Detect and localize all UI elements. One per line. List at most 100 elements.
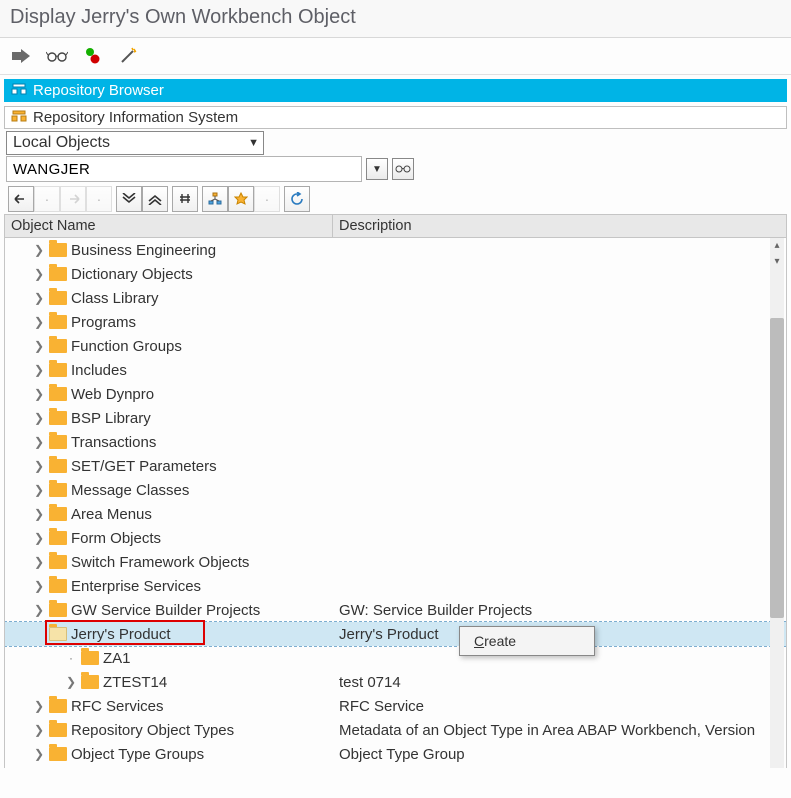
wizard-wand-icon[interactable] (118, 46, 140, 66)
tree-item-label: Programs (71, 314, 136, 331)
tree-row[interactable]: ❯ Web Dynpro (5, 382, 786, 406)
expander-icon[interactable]: ❯ (33, 555, 45, 569)
tree-row[interactable]: ❯ Form Objects (5, 526, 786, 550)
execute-arrow-icon[interactable] (10, 46, 32, 66)
expander-icon[interactable]: ❯ (33, 603, 45, 617)
tree-row[interactable]: ❯GW Service Builder ProjectsGW: Service … (5, 598, 786, 622)
tree-item-label: ZTEST14 (103, 674, 167, 691)
favorite-button[interactable] (228, 186, 254, 212)
tree-item-label: ZA1 (103, 650, 131, 667)
tree-item-label: Message Classes (71, 482, 189, 499)
object-type-dropdown[interactable]: Local Objects ▼ (6, 131, 264, 155)
tree-row[interactable]: ❯SET/GET Parameters (5, 454, 786, 478)
object-tree[interactable]: ▴ ▾ ❯ Business Engineering ❯ Dictionary Obj… (4, 238, 787, 768)
tree-row[interactable]: ❯ZTEST14test 0714 (5, 670, 786, 694)
expander-icon[interactable]: ❯ (33, 507, 45, 521)
expander-icon[interactable]: ❯ (33, 483, 45, 497)
refresh-button[interactable] (284, 186, 310, 212)
scroll-down-icon[interactable]: ▾ (770, 254, 784, 268)
repo-info-icon (11, 110, 27, 126)
repo-info-label: Repository Information System (33, 109, 238, 126)
tree-toolbar: · · · (6, 186, 785, 212)
tree-row[interactable]: ❯Area Menus (5, 502, 786, 526)
dropdown-button[interactable]: ▼ (366, 158, 388, 180)
expander-icon[interactable]: ❯ (33, 339, 45, 353)
folder-icon (49, 603, 67, 617)
glasses-icon[interactable] (46, 46, 68, 66)
folder-icon (49, 627, 67, 641)
nav-fwd-button (60, 186, 86, 212)
glasses-small-button[interactable] (392, 158, 414, 180)
tree-item-label: Repository Object Types (71, 722, 234, 739)
tree-row[interactable]: ❯BSP Library (5, 406, 786, 430)
tree-item-label: Object Type Groups (71, 746, 204, 763)
repository-browser-bar[interactable]: Repository Browser (4, 79, 787, 102)
tree-item-label: Transactions (71, 434, 156, 451)
repository-info-bar[interactable]: Repository Information System (4, 106, 787, 129)
column-object-name[interactable]: Object Name (5, 215, 333, 237)
folder-icon (49, 411, 67, 425)
tree-item-label: Web Dynpro (71, 386, 154, 403)
folder-icon (49, 555, 67, 569)
nav-back-button[interactable] (8, 186, 34, 212)
collapse-all-button[interactable] (116, 186, 142, 212)
folder-icon (49, 507, 67, 521)
tree-row[interactable]: ❯ Dictionary Objects (5, 262, 786, 286)
tree-item-label: Dictionary Objects (71, 266, 193, 283)
expander-icon[interactable]: ❯ (33, 435, 45, 449)
status-icon[interactable] (82, 46, 104, 66)
expander-icon[interactable]: ❯ (33, 315, 45, 329)
tree-row[interactable]: ❯Function Groups (5, 334, 786, 358)
expander-icon[interactable]: ❯ (33, 291, 45, 305)
tree-row[interactable]: ❯ Message Classes (5, 478, 786, 502)
tree-item-label: Form Objects (71, 530, 161, 547)
tree-item-label: Includes (71, 362, 127, 379)
chevron-down-icon: ▼ (372, 164, 382, 175)
tree-row[interactable]: ❯RFC ServicesRFC Service (5, 694, 786, 718)
expander-icon[interactable]: ❯ (33, 387, 45, 401)
tree-row[interactable]: ❯ Business Engineering (5, 238, 786, 262)
expander-icon[interactable]: ❯ (65, 675, 77, 689)
nav-back-history-button: · (34, 186, 60, 212)
tree-row[interactable]: ❯Class Library (5, 286, 786, 310)
tree-item-label: GW Service Builder Projects (71, 602, 260, 619)
context-menu-create[interactable]: Create (462, 630, 592, 652)
tree-row[interactable]: ❯ Object Type Groups Object Type Group (5, 742, 786, 766)
tree-row[interactable]: ❯Switch Framework Objects (5, 550, 786, 574)
tree-row[interactable]: ❯ Includes (5, 358, 786, 382)
tree-row[interactable]: ❯ Programs (5, 310, 786, 334)
tree-item-desc: Object Type Group (333, 746, 786, 763)
expander-icon[interactable]: ❯ (33, 459, 45, 473)
folder-icon (49, 291, 67, 305)
folder-icon (49, 339, 67, 353)
tree-row[interactable]: ❯ Repository Object Types Metadata of an O… (5, 718, 786, 742)
expander-icon[interactable]: ❯ (33, 579, 45, 593)
expander-icon[interactable]: ❯ (33, 723, 45, 737)
expander-icon[interactable]: ❯ (33, 363, 45, 377)
tree-row[interactable]: ❯ Transactions (5, 430, 786, 454)
expander-icon[interactable]: ❯ (33, 243, 45, 257)
tree-item-desc: RFC Service (333, 698, 786, 715)
folder-icon (49, 723, 67, 737)
find-button[interactable] (172, 186, 198, 212)
tree-item-desc: Metadata of an Object Type in Area ABAP … (333, 722, 786, 739)
column-description[interactable]: Description (333, 215, 786, 237)
expander-icon[interactable]: ❯ (33, 699, 45, 713)
scrollbar-thumb[interactable] (770, 318, 784, 618)
user-input[interactable] (6, 156, 362, 182)
scroll-up-icon[interactable]: ▴ (770, 238, 784, 252)
tree-item-label: Business Engineering (71, 242, 216, 259)
expand-all-button[interactable] (142, 186, 168, 212)
hierarchy-button[interactable] (202, 186, 228, 212)
expander-icon[interactable]: ❯ (33, 747, 45, 761)
folder-icon (49, 483, 67, 497)
expander-icon[interactable]: ❯ (33, 531, 45, 545)
expander-icon[interactable]: ❯ (33, 411, 45, 425)
tree-row[interactable]: ❯Enterprise Services (5, 574, 786, 598)
main-toolbar (0, 38, 791, 75)
expander-icon[interactable]: ❯ (33, 267, 45, 281)
tree-row[interactable]: Jerry's ProductJerry's Product (5, 622, 786, 646)
expander-icon[interactable]: · (65, 651, 77, 665)
folder-icon (81, 651, 99, 665)
tree-row[interactable]: · ZA1 (5, 646, 786, 670)
